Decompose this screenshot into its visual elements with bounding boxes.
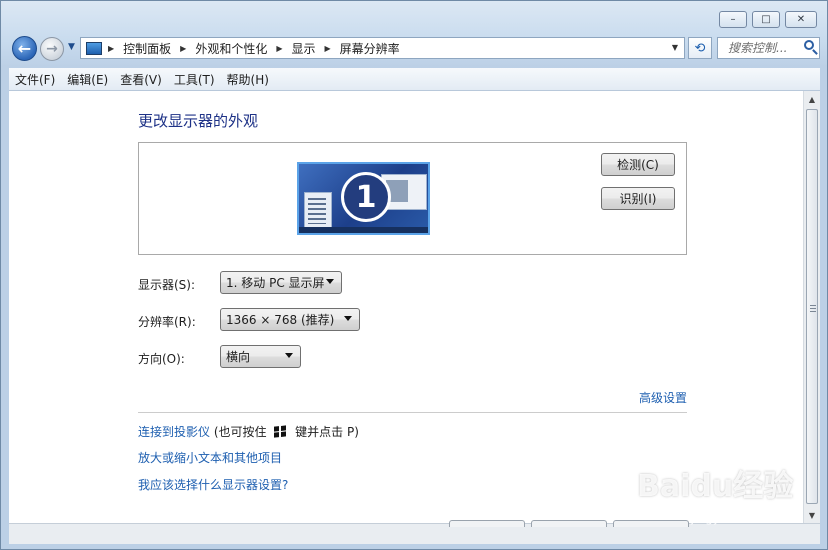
menu-view[interactable]: 查看(V) [114, 71, 168, 88]
resolution-select[interactable]: 1366 × 768 (推荐) [220, 308, 360, 331]
partial-button[interactable] [449, 520, 525, 527]
breadcrumb-screen-resolution[interactable]: 屏幕分辨率 [340, 40, 400, 57]
vertical-scrollbar[interactable]: ▲ ▼ [803, 91, 820, 523]
monitor-preview-box: 1 检测(C) 识别(I) [138, 142, 687, 255]
preview-taskbar [299, 227, 428, 233]
breadcrumb-display[interactable]: 显示 [292, 40, 316, 57]
projector-hint-text-end: 键并点击 P) [291, 425, 359, 439]
advanced-settings-link[interactable]: 高级设置 [639, 389, 687, 406]
breadcrumb-separator-icon[interactable]: ▶ [325, 44, 331, 53]
scroll-down-icon[interactable]: ▼ [804, 507, 820, 523]
control-panel-icon [86, 41, 102, 55]
windows-logo-icon [274, 425, 288, 439]
connect-projector-link[interactable]: 连接到投影仪 [138, 425, 210, 439]
projector-hint-text: (也可按住 [210, 425, 271, 439]
page-title: 更改显示器的外观 [138, 112, 259, 130]
recent-pages-dropdown-icon[interactable]: ▼ [68, 42, 75, 52]
display-select-value: 1. 移动 PC 显示屏 [226, 276, 325, 290]
menu-bar: 文件(F) 编辑(E) 查看(V) 工具(T) 帮助(H) [9, 68, 820, 91]
monitor-1-thumbnail[interactable]: 1 [297, 162, 430, 235]
maximize-button[interactable]: □ [752, 11, 780, 28]
breadcrumb-control-panel[interactable]: 控制面板 [123, 40, 171, 57]
navigation-bar: ← → ▼ ▶ 控制面板 ▶ 外观和个性化 ▶ 显示 ▶ 屏幕分辨率 ▼ ⟲ [10, 36, 820, 62]
bottom-strip [9, 520, 820, 544]
breadcrumb-appearance[interactable]: 外观和个性化 [195, 40, 267, 57]
text-size-link[interactable]: 放大或缩小文本和其他项目 [138, 449, 282, 466]
projector-row: 连接到投影仪 (也可按住 键并点击 P) [138, 423, 359, 440]
content-pane: 更改显示器的外观 1 检测(C) 识别(I) 显示器(S): 1. 移动 PC … [9, 91, 803, 523]
forward-button[interactable]: → [40, 37, 64, 61]
watermark-url: jingyan.baidu.com [691, 511, 802, 525]
minimize-button[interactable]: – [719, 11, 747, 28]
display-select[interactable]: 1. 移动 PC 显示屏 [220, 271, 342, 294]
control-panel-window: – □ ✕ ← → ▼ ▶ 控制面板 ▶ 外观和个性化 ▶ 显示 ▶ 屏幕分辨率… [0, 0, 828, 550]
orientation-select[interactable]: 横向 [220, 345, 301, 368]
grip-icon [810, 305, 816, 312]
scroll-up-icon[interactable]: ▲ [804, 91, 820, 107]
breadcrumb-separator-icon[interactable]: ▶ [108, 44, 114, 53]
divider [138, 412, 687, 413]
close-button[interactable]: ✕ [785, 11, 817, 28]
resolution-select-value: 1366 × 768 (推荐) [226, 313, 335, 327]
orientation-select-value: 横向 [226, 350, 251, 364]
chevron-down-icon [326, 279, 334, 284]
address-bar[interactable]: ▶ 控制面板 ▶ 外观和个性化 ▶ 显示 ▶ 屏幕分辨率 ▼ [80, 37, 685, 59]
chevron-down-icon [344, 316, 352, 321]
search-input[interactable] [726, 40, 804, 56]
watermark-brand: Baidu经验 [637, 469, 794, 504]
detect-button[interactable]: 检测(C) [601, 153, 675, 176]
identify-button[interactable]: 识别(I) [601, 187, 675, 210]
menu-file[interactable]: 文件(F) [9, 71, 61, 88]
breadcrumb-separator-icon[interactable]: ▶ [180, 44, 186, 53]
scrollbar-thumb[interactable] [806, 109, 818, 504]
refresh-icon[interactable]: ⟲ [688, 37, 712, 59]
which-settings-link[interactable]: 我应该选择什么显示器设置? [138, 476, 288, 493]
chevron-down-icon [285, 353, 293, 358]
breadcrumb-separator-icon[interactable]: ▶ [276, 44, 282, 53]
partial-button[interactable] [613, 520, 689, 527]
partial-button[interactable] [531, 520, 607, 527]
back-button[interactable]: ← [12, 36, 37, 61]
search-box [717, 37, 820, 59]
monitor-number-badge: 1 [341, 172, 391, 222]
menu-tools[interactable]: 工具(T) [168, 71, 221, 88]
resolution-label: 分辨率(R): [138, 315, 196, 329]
menu-edit[interactable]: 编辑(E) [61, 71, 114, 88]
address-dropdown-icon[interactable]: ▼ [672, 43, 678, 52]
menu-help[interactable]: 帮助(H) [221, 71, 275, 88]
caption-buttons: – □ ✕ [714, 11, 817, 28]
search-icon[interactable] [804, 40, 814, 50]
display-label: 显示器(S): [138, 278, 196, 292]
orientation-label: 方向(O): [138, 352, 185, 366]
preview-left-window [304, 192, 332, 230]
